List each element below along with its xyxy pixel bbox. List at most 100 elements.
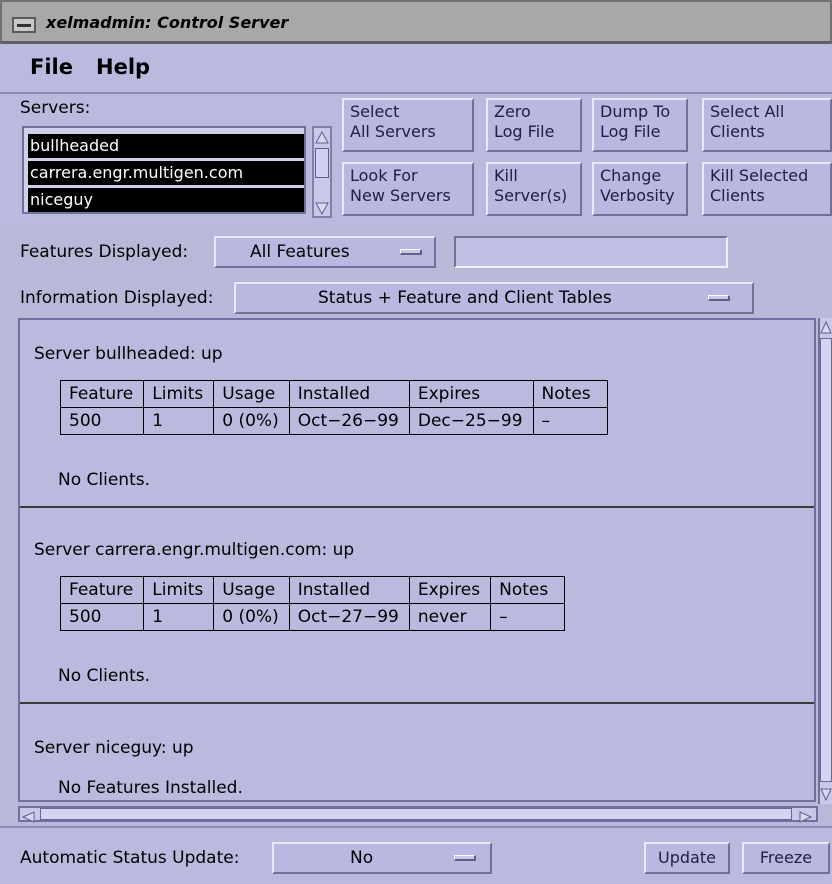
report-vertical-scrollbar[interactable]	[818, 318, 832, 804]
scroll-thumb[interactable]	[40, 808, 792, 820]
auto-update-label: Automatic Status Update:	[20, 848, 240, 868]
btn-line: Dump To	[600, 102, 671, 121]
table-row: 500 1 0 (0%) Oct−27−99 never –	[59, 603, 566, 631]
table-cell: Dec−25−99	[408, 407, 534, 435]
servers-label: Servers:	[20, 98, 91, 118]
btn-line: Select	[350, 102, 400, 121]
auto-update-value: No	[350, 848, 374, 868]
features-selected-value: All Features	[250, 242, 350, 262]
column-header: Installed	[288, 576, 410, 604]
server-report-title: Server niceguy: up	[34, 738, 194, 758]
menu-bar: File Help	[0, 44, 832, 94]
kill-selected-clients-button[interactable]: Kill Selected Clients	[702, 162, 832, 216]
table-cell: 500	[59, 603, 145, 631]
report-horizontal-scrollbar[interactable]	[18, 806, 818, 823]
servers-list-scrollbar[interactable]	[312, 126, 332, 218]
scroll-thumb[interactable]	[315, 148, 329, 178]
table-header-row: Feature Limits Usage Installed Expires N…	[59, 380, 608, 408]
column-header: Feature	[59, 380, 145, 408]
features-displayed-label: Features Displayed:	[20, 242, 189, 262]
column-header: Installed	[288, 380, 410, 408]
table-cell: 1	[143, 603, 215, 631]
table-cell: –	[532, 407, 608, 435]
server-report-area: Server bullheaded: up Feature Limits Usa…	[18, 318, 816, 802]
menu-file[interactable]: File	[30, 55, 73, 79]
clients-status: No Clients.	[58, 470, 150, 490]
table-cell: Oct−26−99	[288, 407, 410, 435]
btn-line: Zero	[494, 102, 531, 121]
btn-line: Clients	[710, 122, 765, 141]
table-row: 500 1 0 (0%) Oct−26−99 Dec−25−99 –	[59, 407, 608, 435]
change-verbosity-button[interactable]: Change Verbosity	[592, 162, 688, 216]
auto-update-select[interactable]: No	[272, 842, 492, 874]
column-header: Feature	[59, 576, 145, 604]
server-item-carrera[interactable]: carrera.engr.multigen.com	[28, 161, 304, 185]
title-bar[interactable]: xelmadmin: Control Server	[0, 0, 832, 44]
btn-line: Clients	[710, 186, 765, 205]
features-filter-field[interactable]	[454, 236, 728, 268]
table-header-row: Feature Limits Usage Installed Expires N…	[59, 576, 566, 604]
dump-to-log-file-button[interactable]: Dump To Log File	[592, 98, 688, 152]
btn-line: Change	[600, 166, 662, 185]
servers-list[interactable]: bullheaded carrera.engr.multigen.com nic…	[22, 126, 306, 214]
zero-log-file-button[interactable]: Zero Log File	[486, 98, 582, 152]
scroll-up-icon[interactable]	[820, 320, 832, 334]
scroll-right-icon[interactable]	[798, 808, 813, 823]
features-displayed-select[interactable]: All Features	[214, 236, 436, 268]
scroll-up-icon[interactable]	[315, 130, 329, 144]
option-menu-icon	[708, 295, 730, 301]
btn-line: Kill	[494, 166, 518, 185]
table-cell: never	[408, 603, 492, 631]
table-cell: 0 (0%)	[213, 603, 290, 631]
information-selected-value: Status + Feature and Client Tables	[318, 288, 612, 308]
server-report-title: Server bullheaded: up	[34, 344, 223, 364]
select-all-clients-button[interactable]: Select All Clients	[702, 98, 832, 152]
section-divider	[20, 702, 814, 704]
freeze-button[interactable]: Freeze	[742, 842, 830, 874]
scroll-left-icon[interactable]	[21, 808, 36, 823]
server-report-title: Server carrera.engr.multigen.com: up	[34, 540, 355, 560]
table-cell: –	[490, 603, 566, 631]
scroll-thumb[interactable]	[820, 338, 832, 782]
btn-line: Server(s)	[494, 186, 568, 205]
column-header: Limits	[143, 576, 215, 604]
option-menu-icon	[454, 855, 476, 861]
btn-line: Log File	[600, 122, 661, 141]
btn-line: Log File	[494, 122, 555, 141]
column-header: Limits	[143, 380, 215, 408]
kill-servers-button[interactable]: Kill Server(s)	[486, 162, 582, 216]
scroll-down-icon[interactable]	[820, 786, 832, 802]
btn-line: Verbosity	[600, 186, 675, 205]
information-displayed-select[interactable]: Status + Feature and Client Tables	[234, 282, 754, 314]
no-features-text: No Features Installed.	[58, 778, 243, 798]
select-all-servers-button[interactable]: Select All Servers	[342, 98, 474, 152]
section-divider	[20, 506, 814, 508]
table-cell: 0 (0%)	[213, 407, 290, 435]
column-header: Expires	[408, 380, 534, 408]
column-header: Usage	[213, 380, 290, 408]
bottom-bar: Automatic Status Update: No Update Freez…	[0, 826, 832, 884]
btn-line: Kill Selected	[710, 166, 809, 185]
clients-status: No Clients.	[58, 666, 150, 686]
window-menu-icon[interactable]	[12, 17, 36, 33]
look-for-new-servers-button[interactable]: Look For New Servers	[342, 162, 474, 216]
btn-line: All Servers	[350, 122, 436, 141]
menu-help[interactable]: Help	[96, 55, 150, 79]
table-cell: Oct−27−99	[288, 603, 410, 631]
btn-line: New Servers	[350, 186, 451, 205]
scroll-down-icon[interactable]	[315, 200, 329, 216]
btn-line: Look For	[350, 166, 418, 185]
update-button[interactable]: Update	[644, 842, 730, 874]
window-title: xelmadmin: Control Server	[46, 13, 289, 32]
column-header: Notes	[490, 576, 566, 604]
server-item-niceguy[interactable]: niceguy	[28, 188, 304, 212]
table-cell: 500	[59, 407, 145, 435]
table-cell: 1	[143, 407, 215, 435]
server-item-bullheaded[interactable]: bullheaded	[28, 134, 304, 158]
btn-line: Select All	[710, 102, 785, 121]
option-menu-icon	[400, 249, 422, 255]
feature-table: Feature Limits Usage Installed Expires N…	[59, 576, 566, 631]
feature-table: Feature Limits Usage Installed Expires N…	[59, 380, 608, 435]
column-header: Usage	[213, 576, 290, 604]
information-displayed-label: Information Displayed:	[20, 288, 214, 308]
